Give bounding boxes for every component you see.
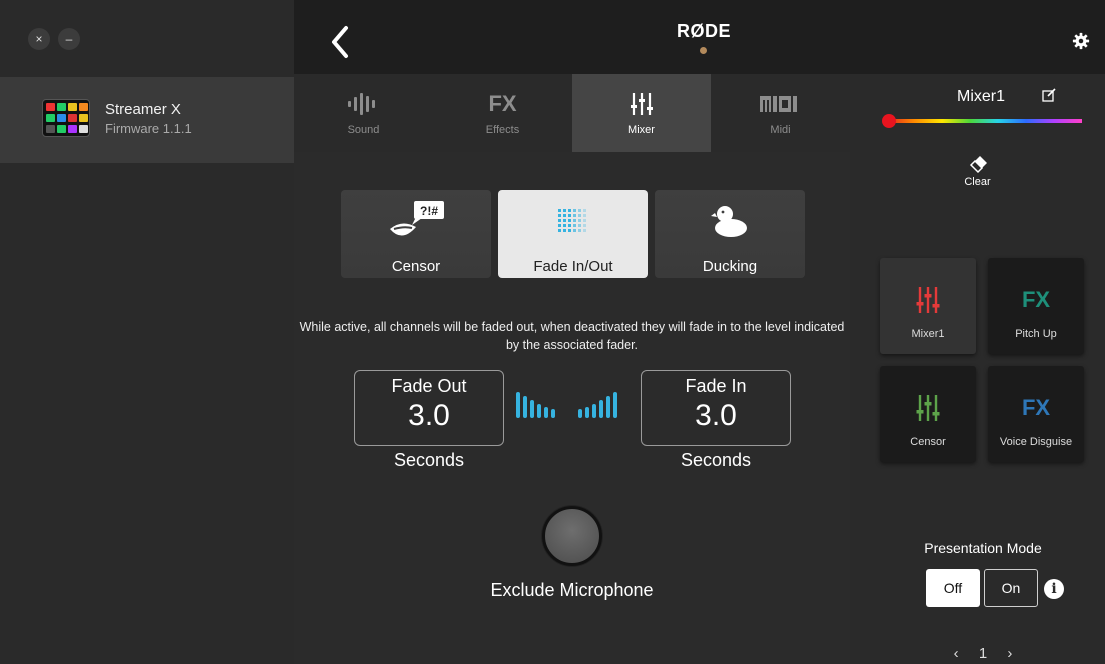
fade-in-value: 3.0 [695,399,737,432]
fade-indicator-icon [516,392,628,418]
clear-button-label[interactable]: Clear [850,176,1105,188]
main-panel: ?!# Censor Fade In/Out Ducking While act… [294,152,850,664]
pager-page-number: 1 [978,645,988,662]
tab-mixer[interactable]: Mixer [572,74,711,152]
midi-icon [759,90,802,118]
eraser-icon[interactable] [968,152,990,174]
tab-label: Sound [347,124,380,136]
sidebar: × – Streamer X Firmware 1.1.1 [0,0,294,664]
tab-effects[interactable]: FX Effects [433,74,572,152]
fade-out-value: 3.0 [408,399,450,432]
window-controls: × – [28,28,80,50]
tab-bar: Sound FX Effects Mixer Midi [294,74,850,152]
waveform-icon [347,90,381,118]
device-name: Streamer X [105,101,181,118]
pad-pitch-up[interactable]: FX Pitch Up [988,258,1084,354]
mode-description: While active, all channels will be faded… [299,320,845,352]
mode-label: Ducking [702,258,758,275]
fade-in-field[interactable]: Fade In 3.0 [641,370,791,446]
device-firmware: Firmware 1.1.1 [105,121,192,136]
tab-midi[interactable]: Midi [711,74,850,152]
tab-label: Mixer [628,124,655,136]
minimize-button[interactable]: – [58,28,80,50]
tab-label: Midi [770,124,791,136]
close-button[interactable]: × [28,28,50,50]
right-panel: Mixer1 Clear Mixer1 FX Pitch Up Censor F… [850,74,1105,664]
fx-icon: FX [488,91,517,116]
exclude-microphone-toggle[interactable] [542,506,602,566]
fx-icon: FX [1021,287,1051,312]
exclude-microphone-label: Exclude Microphone [490,580,654,600]
brand-logo: RØDE [677,21,732,41]
fade-out-title: Fade Out [391,376,467,396]
color-slider[interactable] [886,119,1082,123]
presentation-mode-title: Presentation Mode [924,540,1042,556]
pad-label: Voice Disguise [999,436,1073,448]
status-dot [700,47,707,54]
edit-icon[interactable] [1042,88,1056,102]
mixer-sliders-icon [915,276,941,324]
presentation-off-button[interactable]: Off [926,569,980,607]
tab-label: Effects [485,124,520,136]
pad-label: Mixer1 [911,328,945,340]
mode-fade-button[interactable]: Fade In/Out [498,190,648,278]
presentation-on-button[interactable]: On [984,569,1038,607]
mode-censor-button[interactable]: ?!# Censor [341,190,491,278]
pager: ‹ 1 › [850,645,1105,662]
back-arrow-icon[interactable] [328,22,352,62]
censor-icon-text: ?!# [420,204,438,218]
censor-icon: ?!# [386,196,446,246]
pad-censor[interactable]: Censor [880,366,976,462]
fade-out-field[interactable]: Fade Out 3.0 [354,370,504,446]
mixer-sliders-icon [915,384,941,432]
pager-prev-button[interactable]: ‹ [954,645,959,662]
pad-label: Censor [910,436,946,448]
mode-ducking-button[interactable]: Ducking [655,190,805,278]
pad-voice-disguise[interactable]: FX Voice Disguise [988,366,1084,462]
app-window: × – Streamer X Firmware 1.1.1 RØDE Sound… [0,0,1105,664]
mode-label: Fade In/Out [533,258,613,275]
pad-mixer1[interactable]: Mixer1 [880,258,976,354]
gear-icon[interactable] [1072,32,1090,50]
top-bar: RØDE [294,8,1105,74]
mixer-title: Mixer1 [957,88,1006,105]
mixer-sliders-icon [629,90,655,118]
tab-sound[interactable]: Sound [294,74,433,152]
color-slider-handle[interactable] [882,114,896,128]
pager-next-button[interactable]: › [1007,645,1012,662]
duck-icon [711,196,749,246]
mode-label: Censor [391,258,441,275]
device-item[interactable]: Streamer X Firmware 1.1.1 [0,77,294,163]
fade-in-title: Fade In [685,376,747,396]
pad-label: Pitch Up [1015,328,1057,340]
info-icon[interactable]: i [1044,579,1064,599]
fade-out-unit: Seconds [393,450,465,470]
fade-grid-icon [556,196,590,246]
fade-in-unit: Seconds [680,450,752,470]
fx-icon: FX [1021,395,1051,420]
device-thumbnail-icon [42,99,90,137]
